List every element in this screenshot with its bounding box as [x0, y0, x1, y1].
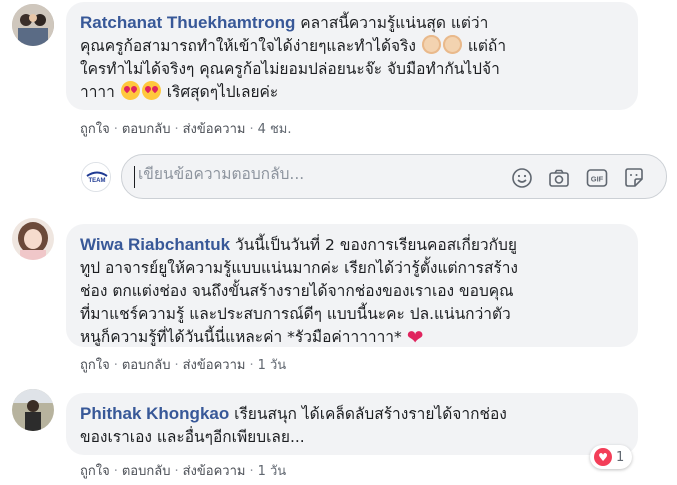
- separator: ·: [174, 464, 179, 479]
- heart-eyes-icon: [141, 81, 161, 100]
- reply-link[interactable]: ตอบกลับ: [122, 122, 171, 137]
- reply-avatar: TEAM: [81, 162, 111, 192]
- like-link[interactable]: ถูกใจ: [80, 464, 110, 479]
- comment-line: Ratchanat Thuekhamtrong คลาสนี้ความรู้แน…: [80, 11, 624, 35]
- comment-text: หนูก็ความรู้ที่ได้วันนี้นี่แหละค่า *รัวม…: [80, 328, 402, 346]
- comment-author[interactable]: Phithak Khongkao: [80, 404, 229, 423]
- message-link[interactable]: ส่งข้อความ: [183, 122, 246, 137]
- heart-eyes-icon: [120, 81, 140, 100]
- team-logo-icon: TEAM: [82, 163, 110, 191]
- separator: ·: [249, 358, 254, 373]
- comment-author[interactable]: Ratchanat Thuekhamtrong: [80, 13, 295, 32]
- comment-line: Phithak Khongkao เรียนสนุก ได้เคล็ดลับสร…: [80, 402, 624, 426]
- svg-text:GIF: GIF: [591, 175, 604, 184]
- profile-photo: [12, 4, 54, 46]
- comment-bubble: Ratchanat Thuekhamtrong คลาสนี้ความรู้แน…: [66, 2, 638, 110]
- comment-text: วันนี้เป็นวันที่ 2 ของการเรียนคอสเกี่ยวก…: [234, 236, 517, 254]
- sticker-icon[interactable]: [622, 166, 646, 190]
- timestamp[interactable]: 1 วัน: [258, 464, 287, 479]
- profile-photo: [12, 389, 54, 431]
- comment-author[interactable]: Wiwa Riabchantuk: [80, 235, 230, 254]
- separator: ·: [249, 464, 254, 479]
- comment-line: หนูก็ความรู้ที่ได้วันนี้นี่แหละค่า *รัวม…: [80, 326, 624, 349]
- like-link[interactable]: ถูกใจ: [80, 122, 110, 137]
- comment-line: าาาา เริศสุดๆไปเลยค่ะ: [80, 81, 624, 104]
- separator: ·: [113, 122, 118, 137]
- avatar[interactable]: [12, 389, 54, 431]
- comment-text: คลาสนี้ความรู้แน่นสุด แต่ว่า: [300, 14, 489, 32]
- comment-text: แต่ถ้า: [467, 37, 507, 55]
- clapping-hands-icon: [442, 35, 462, 54]
- comment-bubble: Phithak Khongkao เรียนสนุก ได้เคล็ดลับสร…: [66, 393, 638, 455]
- comment-bubble: Wiwa Riabchantuk วันนี้เป็นวันที่ 2 ของก…: [66, 224, 638, 349]
- separator: ·: [249, 122, 254, 137]
- comment-text: ทูป อาจารย์ยูให้ความรู้แบบแน่นมากค่ะ เรี…: [80, 259, 518, 277]
- reply-box: GIF: [121, 154, 667, 199]
- team-logo-text: TEAM: [89, 178, 106, 184]
- comment-text: ของเราเอง และอื่นๆอีกเพียบเลย...: [80, 428, 305, 446]
- avatar[interactable]: [12, 4, 54, 46]
- separator: ·: [174, 122, 179, 137]
- timestamp[interactable]: 1 วัน: [258, 358, 287, 373]
- reply-link[interactable]: ตอบกลับ: [122, 358, 171, 373]
- comment-line: Wiwa Riabchantuk วันนี้เป็นวันที่ 2 ของก…: [80, 233, 624, 257]
- comment-text: าาาา: [80, 83, 115, 101]
- comment-text: คุณครูก้อสามารถทำให้เข้าใจได้ง่ายๆและทำไ…: [80, 37, 416, 55]
- clapping-hands-icon: [421, 35, 441, 54]
- reply-input[interactable]: [138, 165, 478, 183]
- comment-actions: ถูกใจ · ตอบกลับ · ส่งข้อความ · 1 วัน: [80, 354, 286, 375]
- text-caret: [134, 166, 135, 188]
- comment-actions: ถูกใจ · ตอบกลับ · ส่งข้อความ · 4 ชม.: [80, 118, 292, 139]
- separator: ·: [113, 464, 118, 479]
- message-link[interactable]: ส่งข้อความ: [183, 358, 246, 373]
- comment-text: ช่อง ตกแต่งช่อง จนถึงขั้นสร้างรายได้จากช…: [80, 282, 514, 300]
- timestamp[interactable]: 4 ชม.: [258, 122, 292, 137]
- separator: ·: [113, 358, 118, 373]
- heart-reaction-icon: ♥: [594, 448, 612, 466]
- red-heart-icon: ❤: [406, 325, 424, 349]
- reply-link[interactable]: ตอบกลับ: [122, 464, 171, 479]
- comment-text: เริศสุดๆไปเลยค่ะ: [166, 83, 279, 101]
- comment-text: เรียนสนุก ได้เคล็ดลับสร้างรายได้จากช่อง: [234, 405, 507, 423]
- comment-line: คุณครูก้อสามารถทำให้เข้าใจได้ง่ายๆและทำไ…: [80, 35, 624, 58]
- comment-text: ที่มาแชร์ความรู้ และประสบการณ์ดีๆ แบบนี้…: [80, 305, 511, 323]
- like-link[interactable]: ถูกใจ: [80, 358, 110, 373]
- separator: ·: [174, 358, 179, 373]
- comment-text: ใครทำไม่ได้จริงๆ คุณครูก้อไม่ยอมปล่อยนะจ…: [80, 60, 500, 78]
- profile-photo: [12, 218, 54, 260]
- camera-icon[interactable]: [547, 166, 571, 190]
- message-link[interactable]: ส่งข้อความ: [183, 464, 246, 479]
- avatar[interactable]: [12, 218, 54, 260]
- reaction-summary[interactable]: ♥ 1: [590, 445, 633, 469]
- reaction-count: 1: [616, 449, 625, 465]
- comment-actions: ถูกใจ · ตอบกลับ · ส่งข้อความ · 1 วัน: [80, 460, 286, 481]
- emoji-icon[interactable]: [510, 166, 534, 190]
- gif-icon[interactable]: GIF: [585, 166, 609, 190]
